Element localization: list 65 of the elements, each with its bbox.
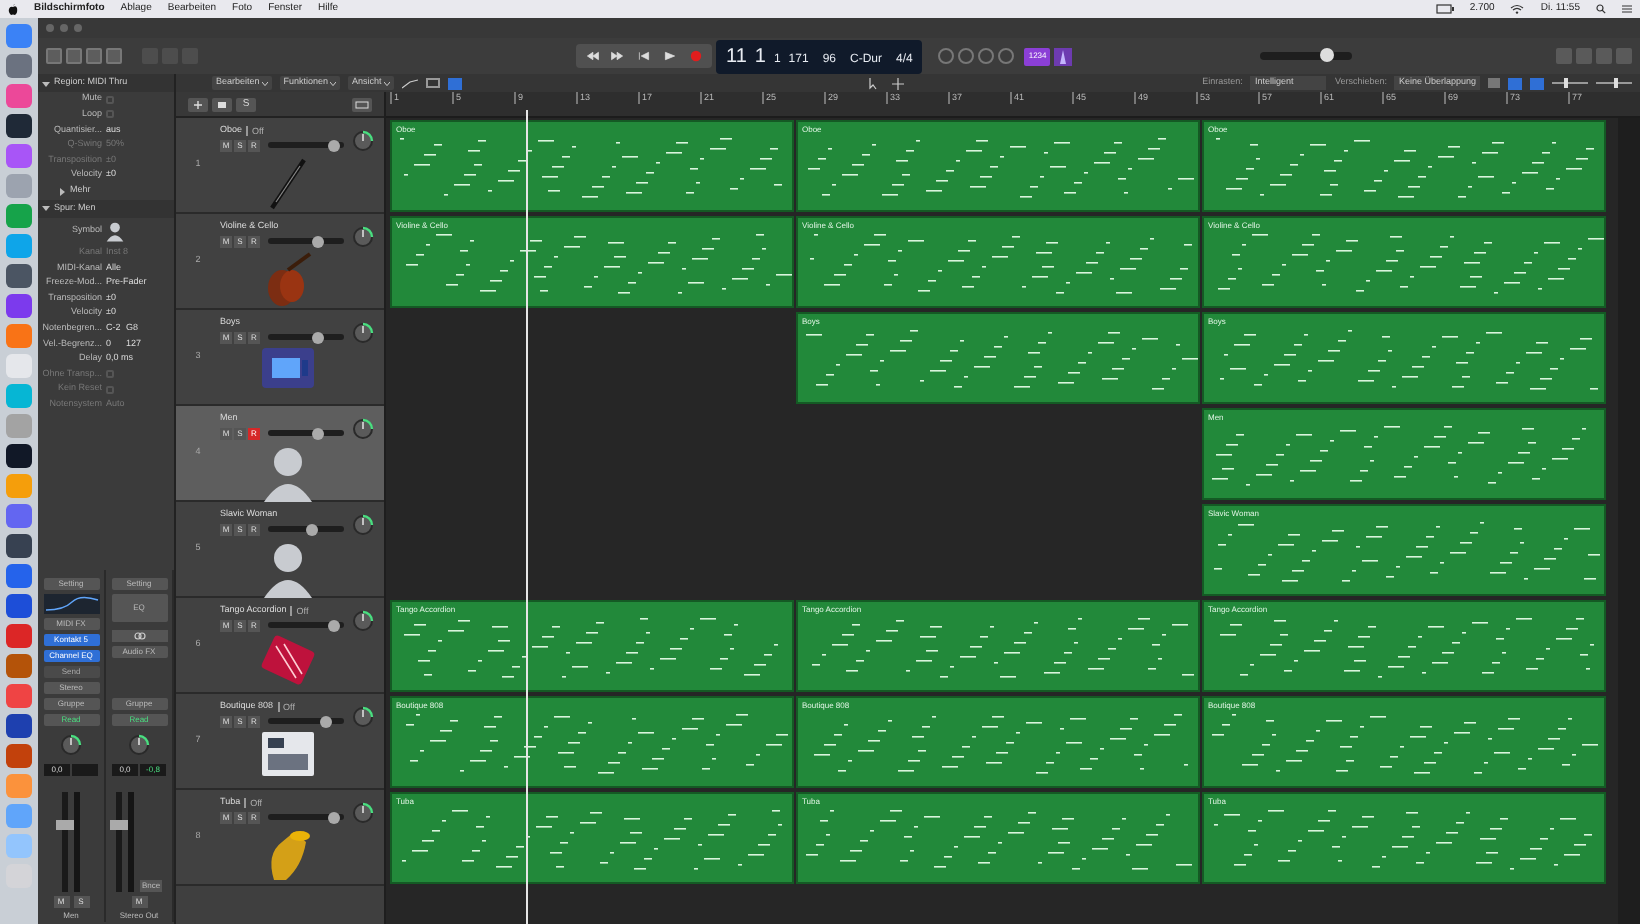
app-icon[interactable]: [6, 444, 32, 468]
volume-thumb[interactable]: [306, 523, 319, 535]
search-icon[interactable]: [1596, 4, 1606, 14]
add-track-icon[interactable]: [188, 97, 208, 111]
pan-knob[interactable]: [352, 514, 374, 536]
flex-icon[interactable]: [425, 78, 440, 88]
person-silhouette-icon: [262, 538, 314, 598]
volume-thumb[interactable]: [312, 235, 325, 247]
automation-curve-icon[interactable]: [401, 77, 418, 89]
pan-knob[interactable]: [352, 130, 374, 152]
app-icon[interactable]: [6, 714, 32, 738]
app-icon[interactable]: [6, 534, 32, 558]
volume-slider[interactable]: [268, 334, 344, 340]
volume-thumb[interactable]: [328, 139, 341, 151]
volume-thumb[interactable]: [328, 811, 341, 823]
pan-knob[interactable]: [352, 802, 374, 824]
link-icon[interactable]: [111, 630, 167, 642]
person-silhouette-icon: [262, 442, 314, 502]
pan-knob[interactable]: [60, 734, 82, 756]
volume-slider[interactable]: [268, 238, 344, 244]
volume-thumb[interactable]: [319, 715, 332, 727]
volume-slider[interactable]: [268, 526, 344, 532]
level-readout: [72, 764, 98, 776]
pan-knob[interactable]: [352, 226, 374, 248]
beat-position: 1: [754, 47, 766, 67]
pan-knob[interactable]: [352, 610, 374, 632]
bar-position: 11: [726, 47, 747, 67]
battery-icon: [1435, 4, 1454, 14]
pan-knob[interactable]: [128, 734, 150, 756]
volume-thumb[interactable]: [328, 619, 341, 631]
track-folder-icon[interactable]: [212, 97, 232, 111]
volume-thumb[interactable]: [1320, 48, 1335, 62]
slider-thumb[interactable]: [1564, 78, 1569, 88]
volume-slider[interactable]: [268, 814, 344, 820]
expanded-triangle-icon[interactable]: [42, 204, 50, 213]
apple-logo-icon[interactable]: [8, 3, 18, 15]
person-silhouette-icon[interactable]: [106, 220, 124, 243]
app-icon[interactable]: [6, 114, 32, 138]
app-icon[interactable]: [6, 264, 32, 288]
menu-icon[interactable]: [1622, 4, 1632, 14]
window-icon[interactable]: [352, 97, 372, 111]
pan-knob[interactable]: [352, 322, 374, 344]
fader-handle[interactable]: [109, 819, 128, 829]
volume-thumb[interactable]: [312, 427, 325, 439]
slider-thumb[interactable]: [1613, 78, 1618, 88]
volume-slider[interactable]: [268, 142, 344, 148]
level-meter: [74, 792, 80, 892]
drum-machine-icon: [260, 730, 316, 778]
volume-slider[interactable]: [268, 622, 344, 628]
crosshair-tool-icon[interactable]: [891, 77, 908, 89]
volume-slider[interactable]: [268, 718, 344, 724]
wifi-icon: [1510, 4, 1525, 14]
volume-fader[interactable]: [115, 792, 122, 892]
expanded-triangle-icon[interactable]: [42, 79, 50, 87]
volume-slider[interactable]: [268, 430, 344, 436]
drum-machine-icon: [260, 346, 316, 390]
volume-thumb[interactable]: [312, 331, 325, 343]
level-meter: [127, 792, 134, 892]
oboe-icon: [264, 154, 312, 214]
pan-knob[interactable]: [352, 418, 374, 440]
volume-fader[interactable]: [62, 792, 68, 892]
eq-graph-icon[interactable]: [43, 594, 99, 614]
fader-handle[interactable]: [56, 819, 74, 829]
pan-knob[interactable]: [352, 706, 374, 728]
collapsed-triangle-icon[interactable]: [58, 187, 66, 196]
